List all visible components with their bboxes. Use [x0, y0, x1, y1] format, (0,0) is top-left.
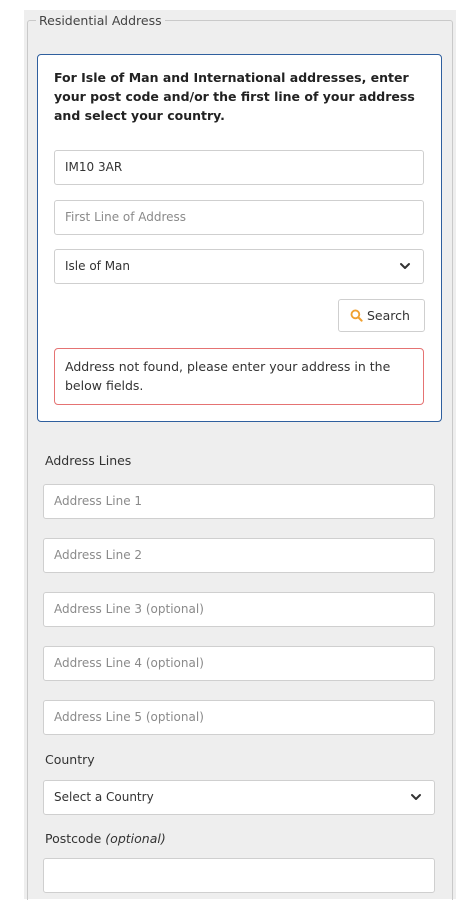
address-line-4-input[interactable]: Address Line 4 (optional) — [43, 646, 435, 681]
country-dropdown[interactable]: Select a Country — [43, 780, 435, 815]
chevron-down-icon — [400, 263, 410, 269]
address-lines-label: Address Lines — [45, 453, 132, 468]
postcode-label-text: Postcode — [45, 831, 102, 846]
country-dropdown-placeholder: Select a Country — [54, 790, 154, 804]
first-line-input[interactable]: First Line of Address — [54, 200, 424, 235]
address-line-5-input[interactable]: Address Line 5 (optional) — [43, 700, 435, 735]
address-line-2-placeholder: Address Line 2 — [54, 548, 143, 562]
postcode-lookup-value: IM10 3AR — [65, 160, 123, 174]
address-line-3-placeholder: Address Line 3 (optional) — [54, 602, 204, 616]
fieldset-legend: Residential Address — [36, 13, 165, 29]
address-line-4-placeholder: Address Line 4 (optional) — [54, 656, 204, 670]
lookup-instructions: For Isle of Man and International addres… — [54, 70, 415, 123]
search-button-label: Search — [367, 308, 410, 323]
address-line-2-input[interactable]: Address Line 2 — [43, 538, 435, 573]
search-icon — [350, 309, 363, 322]
postcode-input[interactable] — [43, 858, 435, 893]
search-button[interactable]: Search — [338, 299, 425, 332]
address-line-3-input[interactable]: Address Line 3 (optional) — [43, 592, 435, 627]
country-select[interactable]: Isle of Man — [54, 249, 424, 284]
chevron-down-icon — [411, 794, 421, 800]
address-line-1-input[interactable]: Address Line 1 — [43, 484, 435, 519]
page: Residential Address For Isle of Man and … — [0, 0, 456, 900]
address-line-5-placeholder: Address Line 5 (optional) — [54, 710, 204, 724]
address-lookup-box: For Isle of Man and International addres… — [37, 54, 442, 422]
country-label: Country — [45, 752, 95, 767]
postcode-label: Postcode (optional) — [45, 831, 166, 847]
address-not-found-error: Address not found, please enter your add… — [54, 348, 424, 405]
address-line-1-placeholder: Address Line 1 — [54, 494, 143, 508]
postcode-optional-hint: (optional) — [105, 831, 166, 846]
first-line-placeholder: First Line of Address — [65, 210, 187, 224]
postcode-lookup-input[interactable]: IM10 3AR — [54, 150, 424, 185]
country-selected-value: Isle of Man — [65, 259, 131, 273]
